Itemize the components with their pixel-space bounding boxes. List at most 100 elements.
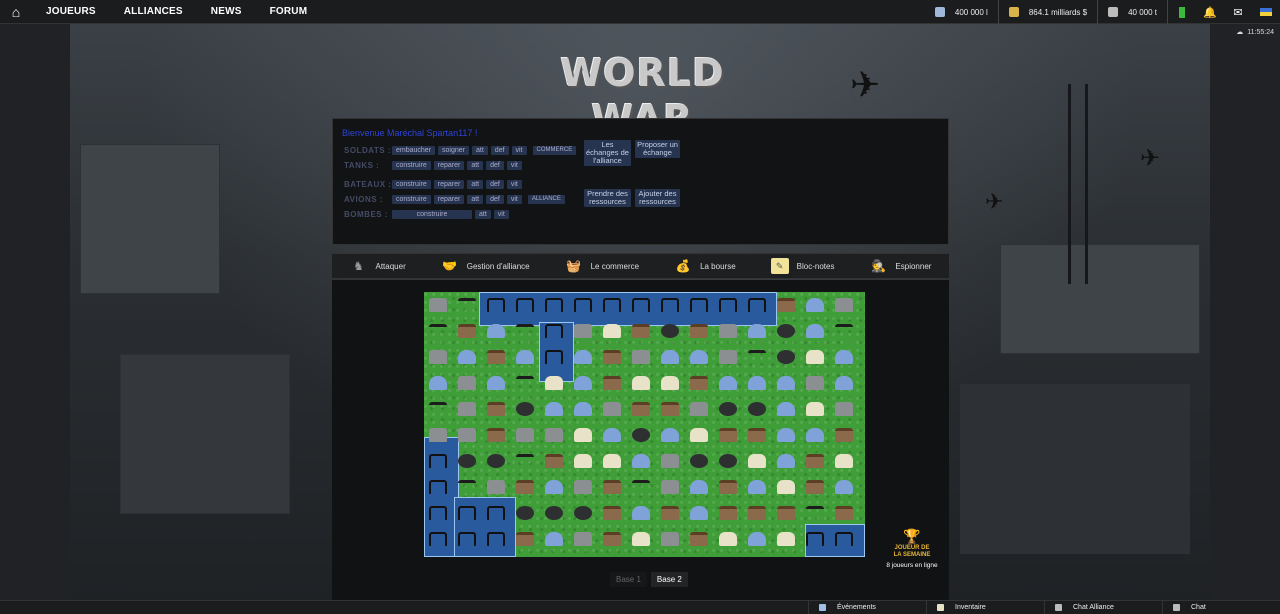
dock-tile[interactable] [458, 506, 476, 520]
building-tile[interactable] [603, 428, 621, 442]
building-tile[interactable] [661, 480, 679, 494]
attaquer-button[interactable]: ♞ Attaquer [349, 258, 406, 274]
building-tile[interactable] [777, 480, 795, 494]
building-tile[interactable] [603, 454, 621, 468]
bell-icon[interactable]: 🔔 [1196, 0, 1224, 24]
dock-tile[interactable] [603, 298, 621, 312]
vit-button[interactable]: vit [506, 194, 522, 204]
dock-tile[interactable] [835, 532, 853, 546]
vit-button[interactable]: vit [511, 145, 527, 155]
building-tile[interactable] [458, 376, 476, 390]
building-tile[interactable] [777, 506, 795, 520]
building-tile[interactable] [719, 480, 737, 494]
building-tile[interactable] [429, 376, 447, 390]
prendre-ressources-button[interactable]: Prendre des ressources [584, 189, 631, 207]
dock-tile[interactable] [487, 298, 505, 312]
building-tile[interactable] [690, 532, 708, 546]
nav-alliances[interactable]: ALLIANCES [110, 6, 197, 17]
construire-button[interactable]: construire [392, 179, 431, 189]
building-tile[interactable] [632, 454, 650, 468]
building-tile[interactable] [777, 454, 795, 468]
building-tile[interactable] [429, 298, 447, 312]
building-tile[interactable] [835, 350, 853, 364]
vit-button[interactable]: vit [493, 209, 509, 219]
dock-tile[interactable] [574, 298, 592, 312]
dock-tile[interactable] [545, 350, 563, 364]
building-tile[interactable] [806, 402, 824, 416]
building-tile[interactable] [690, 454, 708, 468]
dock-tile[interactable] [632, 298, 650, 312]
dock-tile[interactable] [516, 298, 534, 312]
building-tile[interactable] [458, 428, 476, 442]
evenements-button[interactable]: Événements [808, 601, 926, 614]
dock-tile[interactable] [429, 480, 447, 494]
nav-joueurs[interactable]: JOUEURS [32, 6, 110, 17]
building-tile[interactable] [632, 532, 650, 546]
inventaire-button[interactable]: Inventaire [926, 601, 1044, 614]
building-tile[interactable] [719, 376, 737, 390]
building-tile[interactable] [777, 402, 795, 416]
att-button[interactable]: att [467, 160, 484, 170]
dock-tile[interactable] [748, 298, 766, 312]
building-tile[interactable] [835, 298, 853, 312]
vit-button[interactable]: vit [506, 179, 522, 189]
building-tile[interactable] [661, 324, 679, 338]
building-tile[interactable] [806, 428, 824, 442]
def-button[interactable]: def [486, 194, 504, 204]
building-tile[interactable] [632, 324, 650, 338]
building-tile[interactable] [777, 532, 795, 546]
building-tile[interactable] [777, 324, 795, 338]
battery-icon[interactable] [1168, 0, 1196, 24]
building-tile[interactable] [719, 428, 737, 442]
building-tile[interactable] [835, 506, 853, 520]
building-tile[interactable] [574, 350, 592, 364]
echanges-alliance-button[interactable]: Les échanges de l'alliance [584, 140, 631, 166]
building-tile[interactable] [458, 454, 476, 468]
building-tile[interactable] [661, 532, 679, 546]
building-tile[interactable] [632, 480, 650, 488]
building-tile[interactable] [719, 532, 737, 546]
dock-tile[interactable] [545, 298, 563, 312]
home-icon[interactable]: ⌂ [0, 0, 32, 24]
dock-tile[interactable] [487, 506, 505, 520]
building-tile[interactable] [806, 506, 824, 514]
att-button[interactable]: att [472, 145, 488, 155]
building-tile[interactable] [545, 454, 563, 468]
building-tile[interactable] [719, 402, 737, 416]
building-tile[interactable] [545, 402, 563, 416]
dock-tile[interactable] [545, 324, 563, 338]
building-tile[interactable] [661, 350, 679, 364]
building-tile[interactable] [748, 506, 766, 520]
building-tile[interactable] [835, 454, 853, 468]
building-tile[interactable] [632, 506, 650, 520]
building-tile[interactable] [603, 324, 621, 338]
building-tile[interactable] [574, 480, 592, 494]
building-tile[interactable] [574, 324, 592, 338]
nav-news[interactable]: NEWS [197, 6, 256, 17]
building-tile[interactable] [632, 350, 650, 364]
building-tile[interactable] [487, 402, 505, 416]
dock-tile[interactable] [806, 532, 824, 546]
def-button[interactable]: def [490, 145, 509, 155]
building-tile[interactable] [632, 428, 650, 442]
building-tile[interactable] [516, 350, 534, 364]
building-tile[interactable] [661, 402, 679, 416]
att-button[interactable]: att [467, 194, 484, 204]
dock-tile[interactable] [429, 506, 447, 520]
building-tile[interactable] [777, 376, 795, 390]
building-tile[interactable] [429, 324, 447, 332]
building-tile[interactable] [458, 350, 476, 364]
chat-button[interactable]: Chat [1162, 601, 1280, 614]
embaucher-button[interactable]: embaucher [392, 145, 436, 155]
building-tile[interactable] [661, 428, 679, 442]
building-tile[interactable] [806, 350, 824, 364]
building-tile[interactable] [748, 480, 766, 494]
building-tile[interactable] [429, 428, 447, 442]
building-tile[interactable] [574, 376, 592, 390]
bloc-notes-button[interactable]: ✎ Bloc-notes [770, 258, 834, 274]
att-button[interactable]: att [475, 209, 491, 219]
building-tile[interactable] [661, 506, 679, 520]
building-tile[interactable] [748, 376, 766, 390]
building-tile[interactable] [835, 376, 853, 390]
building-tile[interactable] [574, 506, 592, 520]
